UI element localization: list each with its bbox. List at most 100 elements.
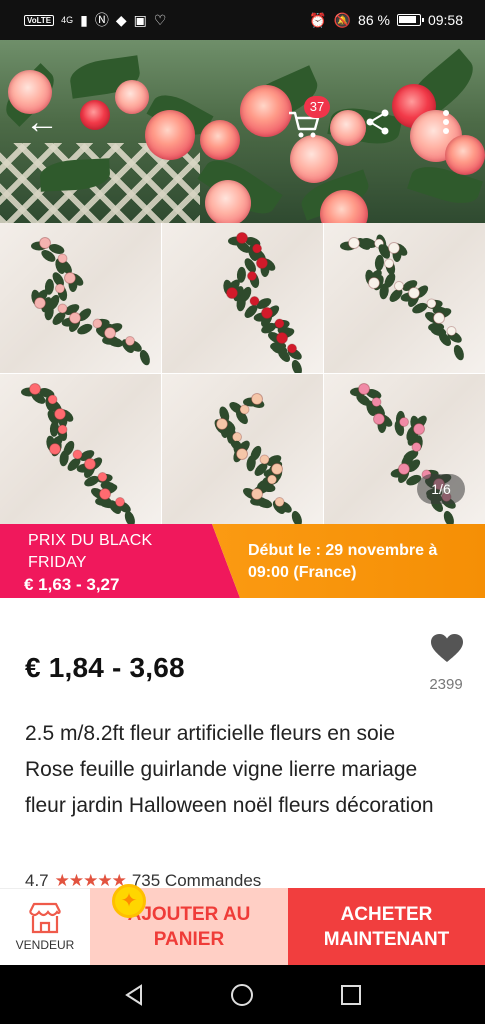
buy-now-button[interactable]: ACHETER MAINTENANT <box>288 888 485 965</box>
rose-shape <box>399 417 409 427</box>
network-type: 4G <box>61 15 74 25</box>
nfc-icon: Ⓝ <box>94 12 109 28</box>
store-icon <box>29 902 61 934</box>
rose-shape <box>413 423 425 435</box>
nav-back-button[interactable] <box>114 975 154 1015</box>
more-options-button[interactable] <box>428 100 464 144</box>
rose-shape <box>256 257 268 269</box>
mute-icon: 🔕 <box>333 11 352 28</box>
leaf-shape <box>291 359 302 373</box>
rose-shape <box>57 303 68 314</box>
rose-shape <box>55 283 65 294</box>
rose-shape <box>411 442 422 452</box>
rose-shape <box>371 397 382 407</box>
coin-badge-icon: ✦ <box>112 884 146 918</box>
rose-shape <box>274 318 285 329</box>
leaf-shape <box>291 510 302 524</box>
gallery-tile[interactable] <box>162 374 323 524</box>
rose-shape <box>72 449 83 460</box>
triangle-back-icon <box>125 983 143 1006</box>
rose-shape <box>249 296 260 306</box>
shield-app-icon: ◆ <box>115 11 127 28</box>
rose-shape <box>115 497 125 507</box>
screen: VoLTE 4G ▮ Ⓝ ◆ ▣ ♡ ⏰ 🔕 86 % 09:58 ← 37 1… <box>0 0 485 1024</box>
rose-shape <box>368 277 380 289</box>
leaf-shape <box>443 510 454 524</box>
rose-shape <box>251 488 263 500</box>
cart-button[interactable]: 37 <box>272 96 336 150</box>
rose-shape <box>84 458 96 470</box>
rose-shape <box>64 272 76 284</box>
product-price: € 1,84 - 3,68 <box>25 652 185 683</box>
rose-shape <box>408 287 420 299</box>
wishlist-button[interactable] <box>425 628 469 668</box>
rose-shape <box>80 100 110 130</box>
rose-shape <box>57 253 68 264</box>
rose-shape <box>384 258 394 269</box>
rose-shape <box>125 336 135 346</box>
garland-illustration <box>21 383 135 524</box>
rose-shape <box>39 237 51 249</box>
battery-percent: 86 % <box>358 12 390 28</box>
promo-start-panel: Début le : 29 novembre à 09:00 (France) <box>212 524 485 598</box>
promo-title-line2: FRIDAY <box>28 554 87 571</box>
circle-home-icon <box>231 983 254 1006</box>
rose-shape <box>97 472 108 482</box>
share-button[interactable] <box>356 100 400 144</box>
back-button[interactable]: ← <box>20 100 64 144</box>
black-friday-banner[interactable]: PRIX DU BLACK FRIDAY € 1,63 - 3,27 Début… <box>0 524 485 598</box>
system-nav-bar <box>0 965 485 1024</box>
nav-recents-button[interactable] <box>331 975 371 1015</box>
wishlist-count: 2399 <box>429 676 463 693</box>
add-to-cart-line1: AJOUTER AU <box>127 903 251 925</box>
signal-icon: ▮ <box>80 11 88 28</box>
heart-app-icon: ♡ <box>153 11 167 28</box>
rose-shape <box>226 287 238 299</box>
gallery-tile[interactable] <box>0 223 161 373</box>
promo-start-line2: 09:00 (France) <box>248 564 357 581</box>
rose-shape <box>115 80 149 114</box>
product-image-grid[interactable] <box>0 223 485 524</box>
rose-shape <box>388 242 400 254</box>
gallery-tile[interactable] <box>0 374 161 524</box>
add-to-cart-text: AJOUTER AU PANIER <box>128 902 251 952</box>
leaf-shape <box>453 344 464 361</box>
garland-illustration <box>340 234 464 361</box>
vpn-icon: ▣ <box>133 11 147 28</box>
promo-title-line1: PRIX DU BLACK <box>28 532 153 549</box>
rose-shape <box>236 448 248 460</box>
status-left: VoLTE 4G ▮ Ⓝ ◆ ▣ ♡ <box>24 10 166 30</box>
rose-shape <box>446 326 457 336</box>
rose-shape <box>49 443 61 455</box>
promo-start-line1: Début le : 29 novembre à <box>248 542 438 559</box>
rose-shape <box>426 298 437 309</box>
promo-price-panel: PRIX DU BLACK FRIDAY € 1,63 - 3,27 <box>0 524 240 598</box>
rose-shape <box>57 424 68 435</box>
rose-shape <box>267 474 277 485</box>
rose-shape <box>348 237 360 249</box>
nav-home-button[interactable] <box>222 975 262 1015</box>
gallery-tile[interactable] <box>324 223 485 373</box>
rose-shape <box>358 383 370 395</box>
add-to-cart-line2: PANIER <box>153 928 225 950</box>
gallery-tile[interactable] <box>324 374 485 524</box>
more-vertical-icon <box>443 110 449 134</box>
rose-shape <box>373 413 385 425</box>
share-icon <box>366 109 389 135</box>
garland-illustration <box>31 237 150 366</box>
status-right: ⏰ 🔕 86 % 09:58 <box>309 12 463 29</box>
rose-shape <box>92 318 103 329</box>
heart-icon <box>431 634 463 662</box>
promo-price: € 1,63 - 3,27 <box>24 575 120 594</box>
add-to-cart-button[interactable]: ✦ AJOUTER AU PANIER <box>90 884 288 965</box>
leaf-shape <box>374 254 384 271</box>
gallery-tile[interactable] <box>162 223 323 373</box>
rose-shape <box>200 120 240 160</box>
seller-button[interactable]: VENDEUR <box>0 888 90 965</box>
rose-shape <box>104 327 116 339</box>
hero-image[interactable]: ← 37 <box>0 40 485 223</box>
rose-shape <box>205 180 251 223</box>
bottom-action-bar: VENDEUR ✦ AJOUTER AU PANIER ACHETER MAIN… <box>0 884 485 965</box>
rose-shape <box>34 297 46 309</box>
rose-shape <box>433 312 445 324</box>
